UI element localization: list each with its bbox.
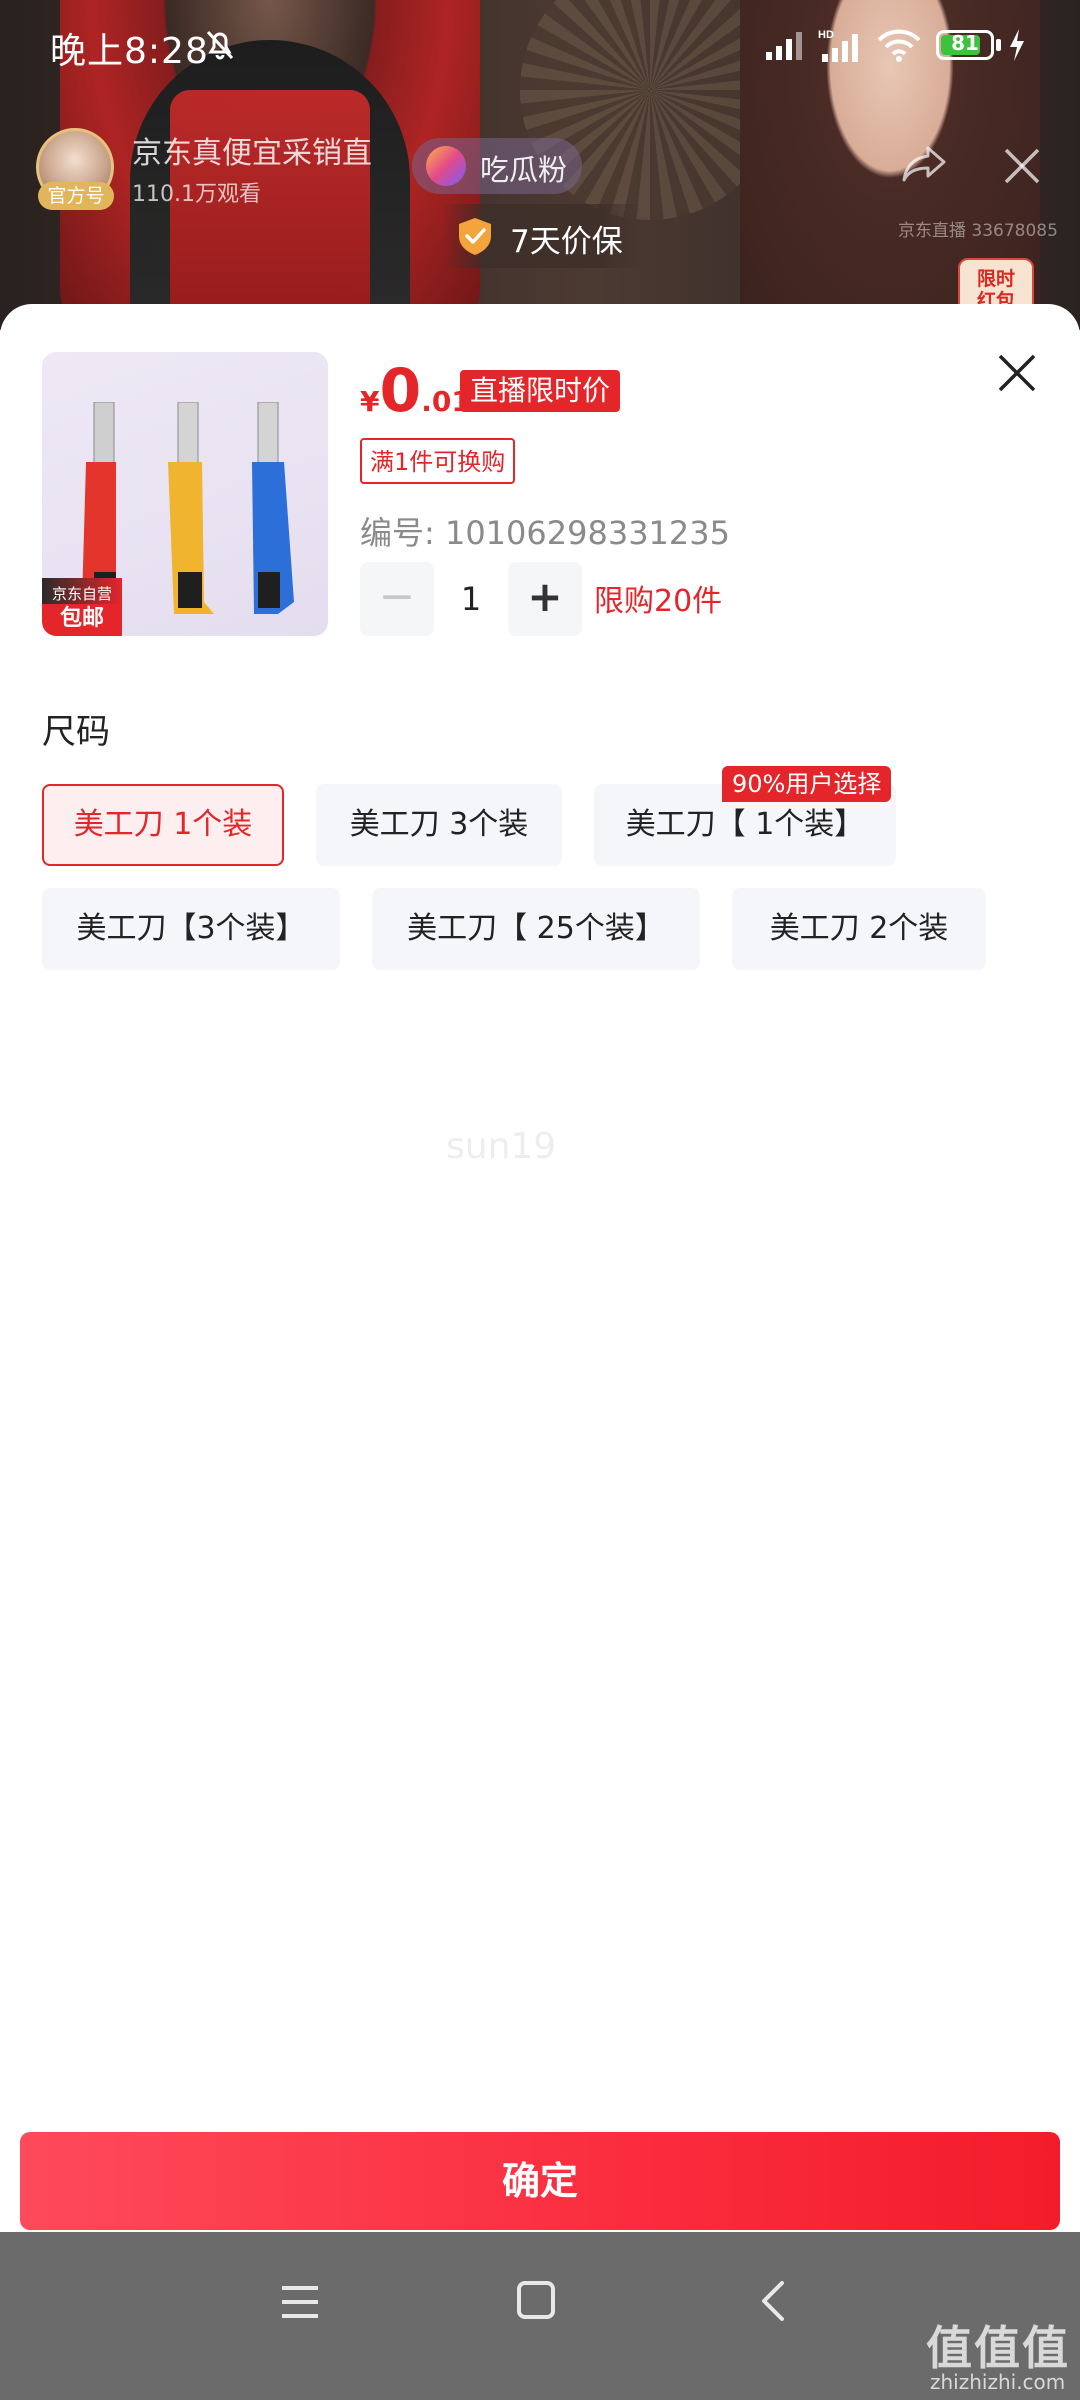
room-id: 京东直播 33678085: [898, 221, 1058, 241]
product-price: ¥0.01: [360, 356, 471, 426]
price-currency: ¥: [360, 385, 380, 418]
jd-self-operated-badge: 京东自营 包邮: [42, 578, 122, 636]
fan-club-button[interactable]: 吃瓜粉: [412, 138, 582, 194]
size-option-5[interactable]: 美工刀【 25个装】: [372, 888, 700, 970]
viewer-count: 110.1万观看: [132, 182, 261, 207]
purchase-limit-text: 限购20件: [594, 584, 723, 619]
size-option-1[interactable]: 美工刀 1个装: [42, 784, 284, 866]
quantity-value[interactable]: 1: [440, 562, 502, 636]
battery-level: 81: [951, 31, 979, 55]
status-bar: 晚上8:28 HD 81: [0, 0, 1080, 92]
live-price-tag: 直播限时价: [460, 370, 621, 412]
menu-icon[interactable]: [280, 2282, 320, 2322]
site-url: zhizhizhi.com: [930, 2370, 1066, 2394]
battery-icon: 81: [936, 30, 994, 60]
signal-icon: [766, 32, 802, 60]
share-icon[interactable]: [900, 144, 948, 184]
shield-check-icon: [459, 218, 491, 255]
fan-club-icon: [426, 146, 466, 186]
swap-purchase-tag: 满1件可换购: [360, 438, 516, 484]
battery-cap: [996, 39, 1001, 51]
free-shipping-text: 包邮: [59, 606, 104, 631]
home-icon[interactable]: [516, 2280, 556, 2320]
wifi-icon: [877, 29, 921, 62]
hd-signal-icon: HD: [818, 29, 858, 62]
official-badge: 官方号: [38, 182, 114, 210]
close-icon[interactable]: [996, 352, 1038, 394]
svg-text:HD: HD: [818, 29, 834, 41]
confirm-button[interactable]: 确定: [20, 2132, 1060, 2230]
jd-self-operated-text: 京东自营: [42, 578, 122, 604]
system-nav-bar: [0, 2232, 1080, 2400]
size-option-2[interactable]: 美工刀 3个装: [316, 784, 562, 866]
stream-close-icon[interactable]: [1002, 146, 1042, 186]
popular-choice-badge: 90%用户选择: [722, 766, 892, 802]
quantity-decrease-button[interactable]: −: [360, 562, 434, 636]
blue-utility-knife-image: [252, 402, 294, 614]
site-logo: 值值值: [926, 2321, 1070, 2375]
host-vest: [170, 90, 370, 330]
size-section-title: 尺码: [42, 712, 110, 752]
fan-club-label: 吃瓜粉: [480, 153, 568, 187]
sku-code: 编号: 10106298331235: [360, 514, 730, 552]
anchor-name[interactable]: 京东真便宜采销直: [132, 128, 394, 172]
price-guarantee-banner: 7天价保: [442, 204, 642, 268]
product-thumbnail[interactable]: 京东自营 包邮: [42, 352, 328, 636]
price-integer: 0: [379, 356, 422, 426]
size-option-6[interactable]: 美工刀 2个装: [732, 888, 986, 970]
user-watermark: sun19: [446, 1126, 557, 1167]
size-option-4[interactable]: 美工刀【3个装】: [42, 888, 340, 970]
bell-off-icon: [206, 30, 234, 60]
quantity-increase-button[interactable]: +: [508, 562, 582, 636]
back-icon[interactable]: [754, 2280, 794, 2322]
price-guarantee-text: 7天价保: [510, 224, 623, 260]
charging-icon: [1010, 29, 1024, 61]
yellow-utility-knife-image: [168, 402, 214, 614]
status-time: 晚上8:28: [50, 31, 209, 72]
